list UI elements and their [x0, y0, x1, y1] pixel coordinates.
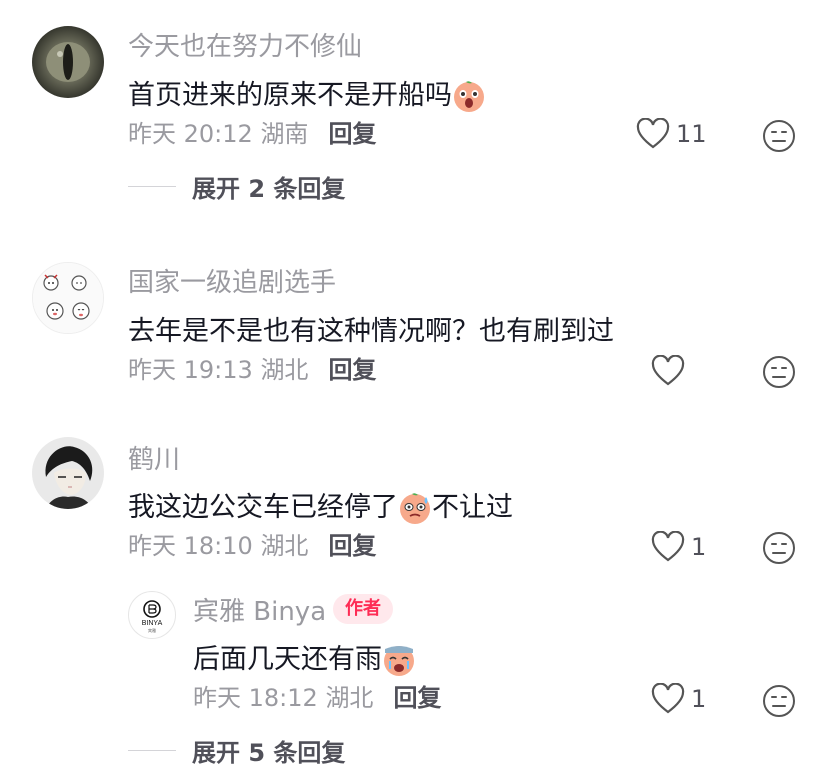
shocked-emoji-icon: [452, 79, 486, 113]
comment-location: 湖南: [260, 120, 309, 148]
comment-text-main: 去年是不是也有这种情况啊？也有刷到过: [128, 316, 614, 347]
reply-button[interactable]: 回复: [328, 531, 376, 561]
comment-location: 湖北: [260, 532, 309, 560]
dislike-button[interactable]: [762, 531, 796, 565]
expand-replies-button[interactable]: 展开 2 条回复: [128, 169, 345, 204]
reply-meta: 昨天 18:12 湖北 回复: [193, 683, 441, 713]
comment-text: 首页进来的原来不是开船吗: [128, 79, 486, 113]
dislike-button[interactable]: [762, 355, 796, 389]
comment-list: 今天也在努力不修仙 首页进来的原来不是开船吗 昨天 20:12 湖南 回复 11: [0, 0, 828, 773]
reply-text: 后面几天还有雨: [193, 643, 416, 677]
avatar[interactable]: [32, 26, 104, 98]
comment-text-main: 首页进来的原来不是开船吗: [128, 80, 452, 111]
expand-replies-label: 展开 2 条回复: [192, 175, 346, 203]
reply-location: 湖北: [325, 684, 374, 712]
author-username[interactable]: 宾雅 Binya: [193, 597, 326, 627]
like-count: 1: [691, 533, 707, 561]
comment-text-end: 不让过: [432, 492, 513, 523]
comment-location: 湖北: [260, 356, 309, 384]
author-badge: 作者: [333, 594, 393, 624]
expand-replies-label: 展开 5 条回复: [192, 739, 346, 767]
meh-face-icon: [763, 120, 795, 152]
username[interactable]: 鹤川: [128, 445, 180, 475]
crying-emoji-icon: [382, 643, 416, 677]
reply-button[interactable]: 回复: [328, 355, 376, 385]
sweat-emoji-icon: [398, 491, 432, 525]
reply-text-main: 后面几天还有雨: [193, 644, 382, 675]
avatar[interactable]: [32, 262, 104, 334]
author-avatar[interactable]: BINYA 宾雅: [128, 591, 176, 639]
comment-time: 昨天 18:10: [128, 532, 253, 560]
meh-face-icon: [763, 532, 795, 564]
like-count: 11: [676, 120, 707, 148]
dislike-button[interactable]: [762, 684, 796, 718]
comment-meta: 昨天 20:12 湖南 回复: [128, 119, 376, 149]
reply-time: 昨天 18:12: [193, 684, 318, 712]
avatar[interactable]: [32, 437, 104, 509]
heart-icon: [651, 531, 685, 562]
comment-text: 去年是不是也有这种情况啊？也有刷到过: [128, 315, 614, 349]
heart-icon: [636, 118, 670, 149]
comment-time: 昨天 19:13: [128, 356, 253, 384]
comment-meta: 昨天 19:13 湖北 回复: [128, 355, 376, 385]
heart-icon: [651, 355, 685, 386]
like-button[interactable]: 1: [651, 531, 706, 563]
comment-text-main: 我这边公交车已经停了: [128, 492, 398, 523]
meh-face-icon: [763, 685, 795, 717]
like-button[interactable]: 1: [651, 683, 706, 715]
reply-button[interactable]: 回复: [328, 119, 376, 149]
expand-replies-button[interactable]: 展开 5 条回复: [128, 733, 345, 768]
username[interactable]: 今天也在努力不修仙: [128, 32, 362, 62]
reply-button[interactable]: 回复: [393, 683, 441, 713]
username[interactable]: 国家一级追剧选手: [128, 268, 336, 298]
heart-icon: [651, 683, 685, 714]
author-avatar-logo-subtext: 宾雅: [148, 627, 156, 633]
divider-line: [128, 750, 176, 751]
comment-meta: 昨天 18:10 湖北 回复: [128, 531, 376, 561]
comment-text: 我这边公交车已经停了 不让过: [128, 491, 513, 525]
like-button[interactable]: 11: [636, 118, 707, 150]
like-button[interactable]: [651, 355, 691, 387]
author-avatar-logo-text: BINYA: [142, 620, 163, 627]
like-count: 1: [691, 685, 707, 713]
comment-time: 昨天 20:12: [128, 120, 253, 148]
dislike-button[interactable]: [762, 119, 796, 153]
meh-face-icon: [763, 356, 795, 388]
divider-line: [128, 186, 176, 187]
